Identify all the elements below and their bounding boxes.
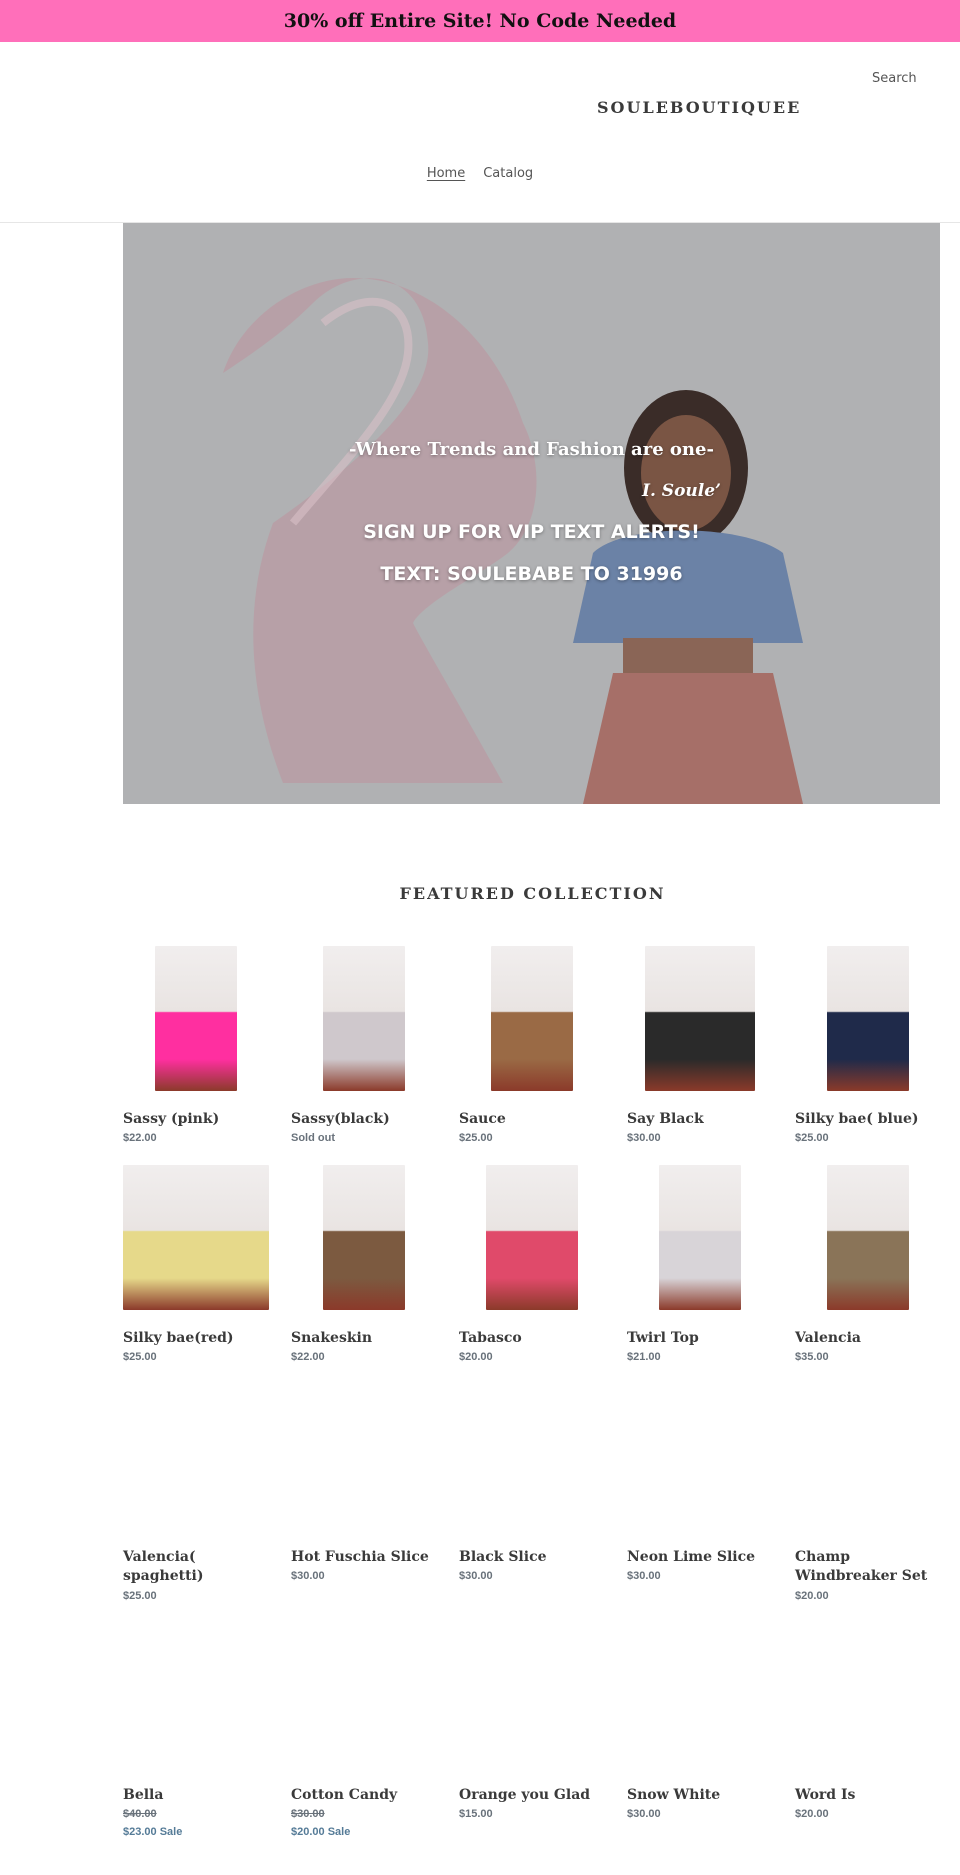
main-nav: Home Catalog bbox=[0, 166, 960, 181]
product-price: $30.00 bbox=[627, 1808, 661, 1820]
product-name[interactable]: Orange you Glad bbox=[459, 1786, 604, 1805]
search-link[interactable]: Search bbox=[872, 71, 917, 86]
product-name[interactable]: Bella bbox=[123, 1786, 268, 1805]
product-name[interactable]: Silky bae(red) bbox=[123, 1329, 268, 1348]
product-name[interactable]: Black Slice bbox=[459, 1548, 604, 1567]
product-price: $35.00 bbox=[795, 1351, 829, 1363]
product-image[interactable] bbox=[659, 1165, 741, 1310]
product-name[interactable]: Snakeskin bbox=[291, 1329, 436, 1348]
product-image[interactable] bbox=[827, 1165, 909, 1310]
hero-banner: -Where Trends and Fashion are one- I. So… bbox=[123, 223, 940, 804]
product-name[interactable]: Cotton Candy bbox=[291, 1786, 436, 1805]
product-price: $40.00 bbox=[123, 1808, 157, 1820]
featured-collection-title: FEATURED COLLECTION bbox=[399, 884, 666, 903]
product-name[interactable]: Neon Lime Slice bbox=[627, 1548, 772, 1567]
product-image[interactable] bbox=[827, 946, 909, 1091]
product-image[interactable] bbox=[323, 946, 405, 1091]
hero-signup-text: SIGN UP FOR VIP TEXT ALERTS! bbox=[363, 521, 700, 543]
product-image[interactable] bbox=[491, 946, 573, 1091]
product-name[interactable]: Word Is bbox=[795, 1786, 945, 1805]
product-sale-price: $20.00 Sale bbox=[291, 1826, 351, 1838]
product-price: $20.00 bbox=[795, 1590, 829, 1602]
product-image[interactable] bbox=[645, 946, 755, 1091]
product-image[interactable] bbox=[486, 1165, 578, 1310]
product-price: $20.00 bbox=[795, 1808, 829, 1820]
product-image[interactable] bbox=[323, 1165, 405, 1310]
product-price: $22.00 bbox=[123, 1132, 157, 1144]
product-name[interactable]: Valencia( spaghetti) bbox=[123, 1548, 268, 1586]
hero-overlay: -Where Trends and Fashion are one- I. So… bbox=[123, 223, 940, 804]
product-price: $22.00 bbox=[291, 1351, 325, 1363]
product-price: $30.00 bbox=[291, 1808, 325, 1820]
product-price: $25.00 bbox=[123, 1590, 157, 1602]
product-price: $30.00 bbox=[627, 1570, 661, 1582]
nav-home[interactable]: Home bbox=[427, 166, 465, 181]
product-image[interactable] bbox=[155, 946, 237, 1091]
hero-text-code: TEXT: SOULEBABE TO 31996 bbox=[380, 563, 683, 585]
product-name[interactable]: Say Black bbox=[627, 1110, 772, 1129]
product-name[interactable]: Snow White bbox=[627, 1786, 772, 1805]
product-price: $25.00 bbox=[795, 1132, 829, 1144]
product-price: $25.00 bbox=[459, 1132, 493, 1144]
announcement-bar: 30% off Entire Site! No Code Needed bbox=[0, 0, 960, 42]
product-name[interactable]: Sassy (pink) bbox=[123, 1110, 268, 1129]
hero-author: I. Soule’ bbox=[642, 481, 721, 501]
product-name[interactable]: Silky bae( blue) bbox=[795, 1110, 945, 1129]
site-header: Search SOULEBOUTIQUEE Home Catalog bbox=[0, 42, 960, 223]
product-sale-price: $23.00 Sale bbox=[123, 1826, 183, 1838]
product-name[interactable]: Valencia bbox=[795, 1329, 945, 1348]
product-name[interactable]: Sassy(black) bbox=[291, 1110, 436, 1129]
product-name[interactable]: Sauce bbox=[459, 1110, 604, 1129]
product-price: $20.00 bbox=[459, 1351, 493, 1363]
product-name[interactable]: Hot Fuschia Slice bbox=[291, 1548, 436, 1567]
product-price: Sold out bbox=[291, 1132, 335, 1144]
site-logo[interactable]: SOULEBOUTIQUEE bbox=[597, 98, 801, 117]
product-price: $21.00 bbox=[627, 1351, 661, 1363]
product-price: $30.00 bbox=[627, 1132, 661, 1144]
product-name[interactable]: Champ Windbreaker Set bbox=[795, 1548, 945, 1586]
hero-quote: -Where Trends and Fashion are one- bbox=[349, 439, 714, 460]
announcement-text: 30% off Entire Site! No Code Needed bbox=[283, 10, 677, 32]
product-price: $15.00 bbox=[459, 1808, 493, 1820]
product-name[interactable]: Twirl Top bbox=[627, 1329, 772, 1348]
product-image[interactable] bbox=[123, 1165, 269, 1310]
product-price: $30.00 bbox=[459, 1570, 493, 1582]
product-price: $30.00 bbox=[291, 1570, 325, 1582]
product-name[interactable]: Tabasco bbox=[459, 1329, 604, 1348]
product-price: $25.00 bbox=[123, 1351, 157, 1363]
nav-catalog[interactable]: Catalog bbox=[483, 166, 533, 181]
